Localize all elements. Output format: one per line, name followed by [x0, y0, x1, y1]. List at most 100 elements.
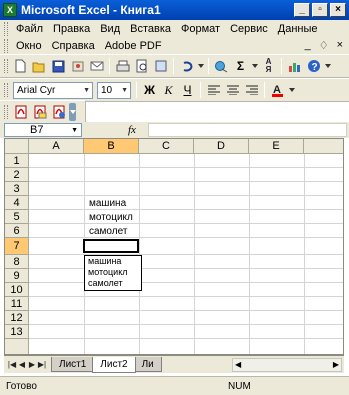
- toolbar-grip[interactable]: [4, 59, 8, 73]
- font-name-combo[interactable]: Arial Cyr ▼: [13, 81, 93, 99]
- toolbar-grip[interactable]: [4, 83, 8, 97]
- name-box-value: B7: [30, 124, 44, 136]
- name-box[interactable]: B7 ▼: [4, 123, 82, 137]
- close-button[interactable]: ×: [330, 3, 346, 17]
- spreadsheet-grid[interactable]: A B C D E 1 2 3 4 5 6 7 8 9 10 11 12 13 …: [4, 138, 344, 355]
- last-sheet-icon[interactable]: ▶|: [37, 359, 47, 371]
- chevron-down-icon[interactable]: ▼: [121, 87, 128, 94]
- open-icon[interactable]: [31, 58, 48, 75]
- cell-b6[interactable]: самолет: [89, 226, 127, 237]
- font-color-icon[interactable]: A: [269, 82, 286, 99]
- convert-pdf-review-icon[interactable]: [50, 104, 67, 121]
- pick-list-item[interactable]: самолет: [85, 278, 141, 289]
- scroll-left-icon[interactable]: ◀: [235, 360, 241, 369]
- excel-icon[interactable]: X: [3, 3, 17, 17]
- scroll-right-icon[interactable]: ▶: [333, 360, 339, 369]
- permission-icon[interactable]: [69, 58, 86, 75]
- toolbar-grip[interactable]: [4, 105, 8, 119]
- tab-sheet3[interactable]: Ли: [133, 357, 162, 372]
- row-header[interactable]: 4: [5, 196, 29, 210]
- minimize-button[interactable]: _: [294, 3, 310, 17]
- row-header[interactable]: 3: [5, 182, 29, 196]
- undo-icon[interactable]: [178, 58, 195, 75]
- chevron-down-icon[interactable]: [69, 103, 76, 121]
- menu-window[interactable]: Окно: [11, 40, 47, 52]
- research-icon[interactable]: [152, 58, 169, 75]
- toolbar-grip[interactable]: [4, 39, 8, 53]
- row-header[interactable]: 8: [5, 255, 29, 269]
- select-all-corner[interactable]: [5, 139, 29, 154]
- row-header[interactable]: 10: [5, 283, 29, 297]
- align-center-icon[interactable]: [224, 82, 241, 99]
- new-icon[interactable]: [12, 58, 29, 75]
- autosum-icon[interactable]: Σ: [232, 58, 249, 75]
- row-header-selected[interactable]: 7: [5, 238, 29, 255]
- next-sheet-icon[interactable]: ▶: [27, 359, 37, 371]
- font-size-combo[interactable]: 10 ▼: [97, 81, 131, 99]
- horizontal-scrollbar[interactable]: ◀ ▶: [232, 357, 342, 372]
- doc-restore-button[interactable]: ♢: [319, 39, 329, 52]
- chevron-down-icon[interactable]: [197, 58, 204, 75]
- row-header[interactable]: 1: [5, 154, 29, 168]
- column-header-e[interactable]: E: [249, 139, 304, 154]
- row-header[interactable]: 13: [5, 325, 29, 339]
- row-header[interactable]: 11: [5, 297, 29, 311]
- menu-insert[interactable]: Вставка: [125, 23, 176, 35]
- formula-input[interactable]: [148, 123, 347, 137]
- menu-adobe-pdf[interactable]: Adobe PDF: [100, 40, 167, 52]
- convert-pdf-icon[interactable]: [12, 104, 29, 121]
- pick-list-item[interactable]: машина: [85, 256, 141, 267]
- chevron-down-icon[interactable]: [288, 82, 295, 99]
- column-header-d[interactable]: D: [194, 139, 249, 154]
- menu-view[interactable]: Вид: [95, 23, 125, 35]
- toolbar-grip[interactable]: [4, 22, 8, 36]
- row-header[interactable]: [5, 339, 29, 354]
- chevron-down-icon[interactable]: [324, 58, 331, 75]
- tab-sheet2[interactable]: Лист2: [92, 356, 136, 373]
- fx-icon[interactable]: fx: [128, 124, 136, 136]
- chevron-down-icon[interactable]: ▼: [71, 127, 78, 134]
- active-cell-b7[interactable]: [83, 239, 139, 253]
- menu-help[interactable]: Справка: [47, 40, 100, 52]
- column-header-f[interactable]: [304, 139, 343, 154]
- menu-format[interactable]: Формат: [176, 23, 225, 35]
- convert-pdf-email-icon[interactable]: [31, 104, 48, 121]
- cell-b5[interactable]: мотоцикл: [89, 212, 133, 223]
- row-header[interactable]: 2: [5, 168, 29, 182]
- tab-sheet1[interactable]: Лист1: [51, 357, 95, 372]
- underline-icon[interactable]: Ч: [179, 82, 196, 99]
- save-icon[interactable]: [50, 58, 67, 75]
- align-left-icon[interactable]: [205, 82, 222, 99]
- chart-wizard-icon[interactable]: [286, 58, 303, 75]
- menu-tools[interactable]: Сервис: [225, 23, 273, 35]
- pick-list-item[interactable]: мотоцикл: [85, 267, 141, 278]
- chevron-down-icon[interactable]: ▼: [83, 87, 90, 94]
- restore-button[interactable]: ▫: [312, 3, 328, 17]
- hyperlink-icon[interactable]: [213, 58, 230, 75]
- row-header[interactable]: 9: [5, 269, 29, 283]
- row-header[interactable]: 6: [5, 224, 29, 238]
- menu-edit[interactable]: Правка: [48, 23, 95, 35]
- email-icon[interactable]: [88, 58, 105, 75]
- prev-sheet-icon[interactable]: ◀: [17, 359, 27, 371]
- bold-icon[interactable]: Ж: [141, 82, 158, 99]
- column-header-a[interactable]: A: [29, 139, 84, 154]
- row-header[interactable]: 12: [5, 311, 29, 325]
- column-header-c[interactable]: C: [139, 139, 194, 154]
- italic-icon[interactable]: К: [160, 82, 177, 99]
- first-sheet-icon[interactable]: |◀: [7, 359, 17, 371]
- print-icon[interactable]: [114, 58, 131, 75]
- print-preview-icon[interactable]: [133, 58, 150, 75]
- menu-file[interactable]: Файл: [11, 23, 48, 35]
- align-right-icon[interactable]: [243, 82, 260, 99]
- column-header-b[interactable]: B: [84, 139, 139, 154]
- cell-b4[interactable]: машина: [89, 198, 126, 209]
- doc-close-button[interactable]: ×: [337, 39, 343, 52]
- sort-ascending-icon[interactable]: АЯ: [260, 58, 277, 75]
- help-icon[interactable]: ?: [305, 58, 322, 75]
- menu-data[interactable]: Данные: [273, 23, 323, 35]
- row-header[interactable]: 5: [5, 210, 29, 224]
- pick-list-dropdown[interactable]: машина мотоцикл самолет: [84, 255, 142, 291]
- doc-minimize-button[interactable]: _: [305, 39, 311, 52]
- chevron-down-icon[interactable]: [251, 58, 258, 75]
